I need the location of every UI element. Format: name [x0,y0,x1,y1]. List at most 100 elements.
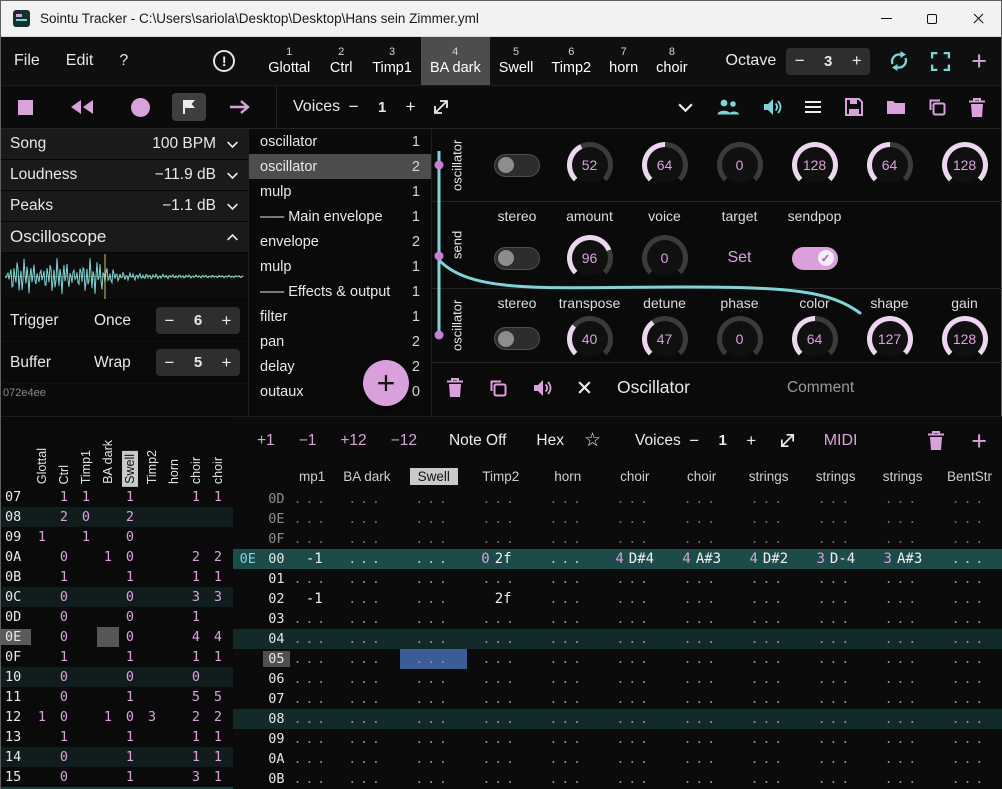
song-cell[interactable] [97,747,119,767]
song-cell[interactable] [141,767,163,787]
split-voices-button[interactable] [432,98,450,116]
song-cell[interactable]: 1 [75,487,97,507]
pattern-cell[interactable]: ... [735,569,802,589]
track-tab-ctrl[interactable]: 2Ctrl [319,37,363,85]
pattern-cell[interactable]: ... [936,749,1002,769]
pattern-cell[interactable]: ... [802,509,869,529]
pattern-cell[interactable]: ... [333,669,400,689]
track-tab-horn[interactable]: 7horn [600,37,647,85]
song-cell[interactable] [97,507,119,527]
song-cell[interactable] [97,587,119,607]
song-cell[interactable]: 3 [185,767,207,787]
pattern-cell[interactable]: ... [735,509,802,529]
song-cell[interactable] [31,607,53,627]
song-cell[interactable] [163,607,185,627]
song-cell[interactable]: 1 [119,487,141,507]
transpose-up-12-button[interactable]: +12 [340,432,366,450]
pattern-cell[interactable]: ... [467,709,534,729]
song-cell[interactable] [163,567,185,587]
pattern-cell[interactable]: ... [802,609,869,629]
pattern-cell[interactable]: ... [290,709,332,729]
song-cell[interactable]: 1 [119,727,141,747]
pattern-cell[interactable]: ... [936,729,1002,749]
pattern-cell[interactable]: ... [601,509,668,529]
peaks-section-header[interactable]: Peaks −1.1 dB [1,191,248,222]
song-cell[interactable] [185,507,207,527]
pattern-cell[interactable]: ... [936,709,1002,729]
song-cell[interactable]: 5 [185,687,207,707]
knob-phase[interactable]: 0 [717,316,763,362]
knob-color[interactable]: 64 [792,316,838,362]
transpose-down-12-button[interactable]: −12 [391,432,417,450]
song-cell[interactable] [31,767,53,787]
song-cell[interactable]: 0 [53,707,75,727]
pattern-cell[interactable]: ... [467,569,534,589]
instrument-menu-button[interactable] [804,100,822,114]
pattern-cell[interactable]: ... [936,569,1002,589]
song-cell[interactable] [75,767,97,787]
song-cell[interactable]: 1 [207,567,229,587]
buffer-mode-select[interactable]: Wrap [94,354,131,372]
pattern-cell[interactable]: ... [290,749,332,769]
pattern-voices-increment-button[interactable]: + [738,431,765,451]
pattern-cell[interactable]: ... [400,549,467,569]
song-cell[interactable]: 0 [53,667,75,687]
pattern-cell[interactable]: ... [534,489,601,509]
pattern-cell[interactable]: ... [534,749,601,769]
song-cell[interactable] [141,527,163,547]
add-track-button[interactable]: + [971,50,987,72]
pattern-cell[interactable]: ... [601,729,668,749]
song-cell[interactable]: 1 [119,687,141,707]
pattern-cell[interactable]: ... [802,669,869,689]
pattern-cell[interactable]: 2f [467,589,534,609]
midi-button[interactable]: MIDI [824,432,858,450]
song-cell[interactable] [75,667,97,687]
song-cell[interactable] [75,687,97,707]
trigger-increment-button[interactable]: + [213,311,240,331]
unit-toggle[interactable] [494,154,540,177]
unit-list-item[interactable]: ––– Effects & output1 [249,279,431,304]
song-cell[interactable] [75,747,97,767]
song-cell[interactable] [31,547,53,567]
song-cell[interactable]: 1 [53,647,75,667]
pattern-cell[interactable]: ... [333,569,400,589]
pattern-cell[interactable]: ... [400,509,467,529]
maximize-button[interactable] [909,1,955,36]
pattern-cell[interactable]: ... [467,609,534,629]
song-cell[interactable]: 5 [207,687,229,707]
pattern-cell[interactable]: ... [290,529,332,549]
pattern-cell[interactable]: ... [869,609,936,629]
add-pattern-button[interactable]: + [971,430,987,452]
buffer-decrement-button[interactable]: − [156,353,183,373]
unit-list-item[interactable]: oscillator1 [249,129,431,154]
song-cell[interactable]: 1 [31,527,53,547]
pattern-cell[interactable]: ... [802,769,869,789]
pattern-cell[interactable]: ... [400,749,467,769]
pattern-cell[interactable]: ... [400,689,467,709]
play-button[interactable] [228,99,252,115]
pattern-cell[interactable]: ... [668,629,735,649]
song-cell[interactable]: 1 [53,567,75,587]
pattern-cell[interactable]: ... [936,629,1002,649]
knob-param[interactable]: 64 [867,142,913,188]
pattern-cell[interactable]: ... [735,749,802,769]
pattern-cell[interactable]: ... [467,749,534,769]
pattern-cell[interactable]: ... [601,769,668,789]
pattern-cell[interactable]: ... [802,629,869,649]
pattern-cell[interactable]: 02f [467,549,534,569]
pattern-cell[interactable]: ... [467,729,534,749]
unit-list-item[interactable]: filter1 [249,304,431,329]
pattern-col-header-3[interactable]: Timp2 [467,464,534,489]
pattern-cell[interactable]: ... [735,669,802,689]
song-cell[interactable] [97,647,119,667]
song-cell[interactable]: 0 [119,547,141,567]
close-button[interactable] [955,1,1001,36]
knob-shape[interactable]: 127 [867,316,913,362]
song-cell[interactable]: 1 [185,747,207,767]
song-cell[interactable] [31,647,53,667]
song-cell[interactable]: 1 [31,707,53,727]
song-cell[interactable] [207,527,229,547]
song-cell[interactable]: 0 [119,707,141,727]
pattern-cell[interactable]: ... [735,629,802,649]
stereo-toggle[interactable] [494,247,540,270]
